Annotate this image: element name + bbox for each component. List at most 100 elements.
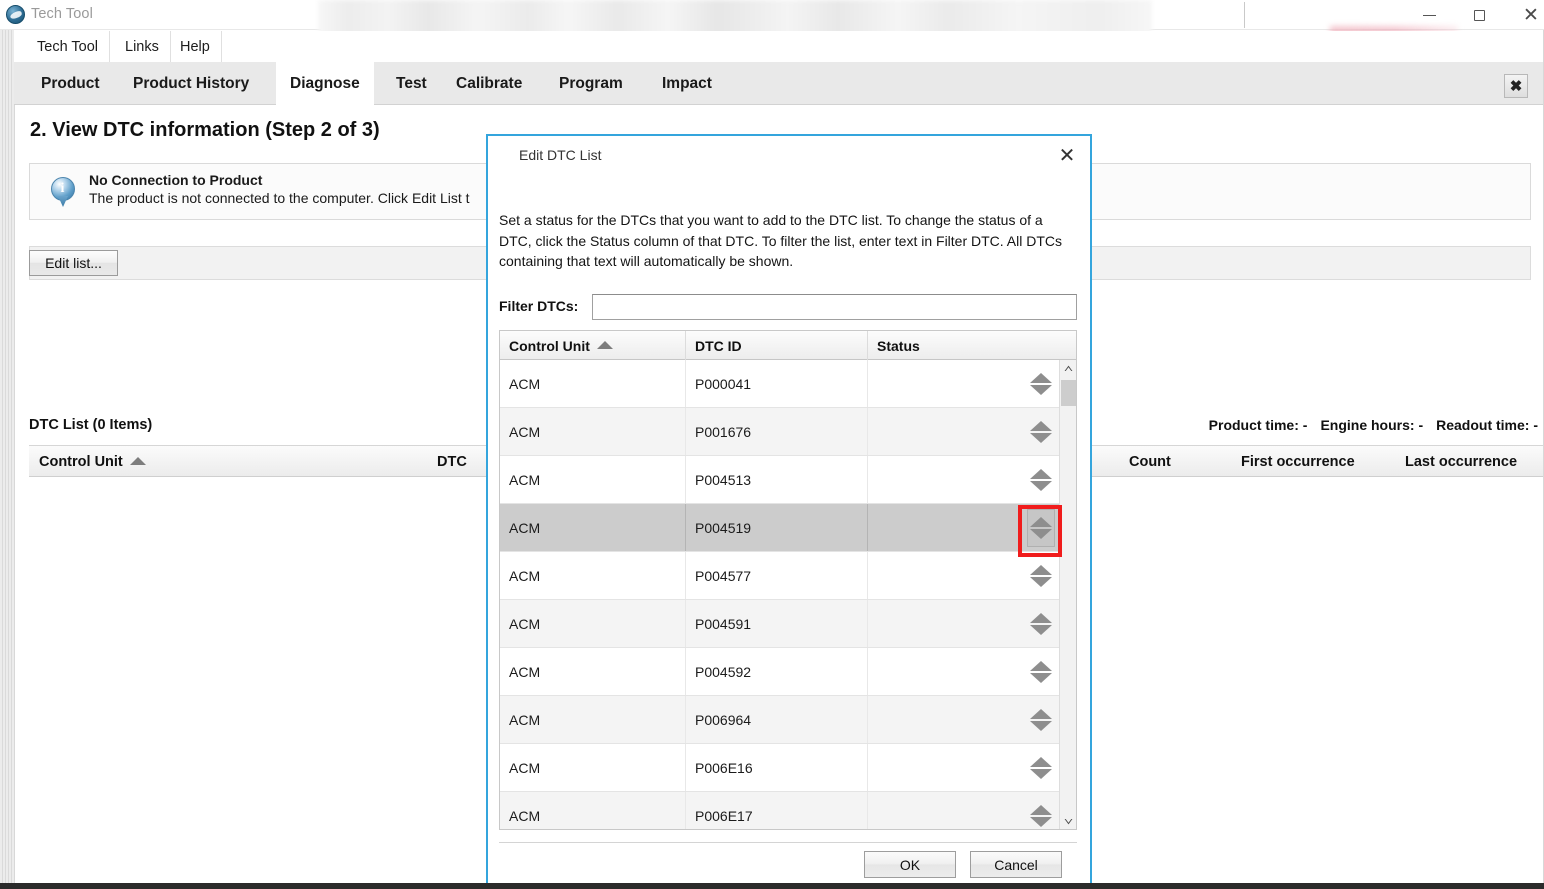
table-row[interactable]: ACM P004592 xyxy=(500,648,1061,696)
menu-item-links[interactable]: Links xyxy=(114,31,171,62)
spinner-down-arrow-icon[interactable] xyxy=(1030,577,1052,587)
spinner-down-arrow-icon[interactable] xyxy=(1030,721,1052,731)
spinner-up-arrow-icon[interactable] xyxy=(1030,661,1052,671)
info-body: The product is not connected to the comp… xyxy=(89,190,470,206)
spinner-down-arrow-icon[interactable] xyxy=(1030,673,1052,683)
spinner-up-arrow-icon[interactable] xyxy=(1030,373,1052,383)
dialog-column-header-control-unit[interactable]: Control Unit xyxy=(500,331,686,360)
close-icon[interactable]: ✕ xyxy=(1508,0,1544,30)
tab-test[interactable]: Test xyxy=(382,62,441,105)
column-header-last-occurrence[interactable]: Last occurrence xyxy=(1405,446,1517,478)
cell-dtc-id: P006964 xyxy=(686,696,868,743)
status-spinner[interactable] xyxy=(1027,557,1055,595)
cell-control-unit: ACM xyxy=(500,552,686,599)
spinner-down-arrow-icon[interactable] xyxy=(1030,481,1052,491)
status-spinner[interactable] xyxy=(1027,413,1055,451)
status-spinner[interactable] xyxy=(1027,461,1055,499)
edit-list-button[interactable]: Edit list... xyxy=(29,250,118,276)
table-row[interactable]: ACM P004513 xyxy=(500,456,1061,504)
column-header-count[interactable]: Count xyxy=(1129,446,1171,478)
tab-product[interactable]: Product xyxy=(27,62,114,105)
dialog-instructions: Set a status for the DTCs that you want … xyxy=(499,212,1063,269)
status-spinner[interactable] xyxy=(1027,797,1055,829)
window-bottom-strip xyxy=(0,883,1544,889)
table-row[interactable]: ACM P006E16 xyxy=(500,744,1061,792)
dtc-list-label: DTC List (0 Items) xyxy=(29,417,153,433)
status-spinner[interactable] xyxy=(1027,701,1055,739)
menu-item-tech-tool[interactable]: Tech Tool xyxy=(26,31,110,62)
column-header-first-occurrence[interactable]: First occurrence xyxy=(1241,446,1355,478)
cell-control-unit: ACM xyxy=(500,504,686,551)
dtc-selection-grid-header: Control Unit DTC ID Status xyxy=(500,331,1076,360)
spinner-down-arrow-icon[interactable] xyxy=(1030,433,1052,443)
scrollbar-up-chevron-icon[interactable] xyxy=(1060,360,1076,377)
dialog-close-icon[interactable]: ✕ xyxy=(1054,143,1080,167)
cell-control-unit: ACM xyxy=(500,648,686,695)
column-label: Control Unit xyxy=(509,337,590,354)
status-spinner[interactable] xyxy=(1027,605,1055,643)
table-row[interactable]: ACM P004519 xyxy=(500,504,1061,552)
window-title: Tech Tool xyxy=(31,6,93,22)
tab-product-history[interactable]: Product History xyxy=(119,62,263,105)
status-spinner[interactable] xyxy=(1027,365,1055,403)
table-row[interactable]: ACM P001676 xyxy=(500,408,1061,456)
status-spinner[interactable] xyxy=(1027,653,1055,691)
scrollbar-thumb[interactable] xyxy=(1061,380,1076,406)
cell-control-unit: ACM xyxy=(500,360,686,407)
table-row[interactable]: ACM P006964 xyxy=(500,696,1061,744)
cancel-button[interactable]: Cancel xyxy=(970,851,1062,878)
status-readout-time: Readout time: - xyxy=(1436,417,1538,433)
spinner-up-arrow-icon[interactable] xyxy=(1030,565,1052,575)
ok-button[interactable]: OK xyxy=(864,851,956,878)
dialog-titlebar: Edit DTC List ✕ xyxy=(488,136,1090,174)
spinner-up-arrow-icon[interactable] xyxy=(1030,517,1052,527)
table-row[interactable]: ACM P004577 xyxy=(500,552,1061,600)
dialog-column-header-status[interactable]: Status xyxy=(868,331,1076,360)
spinner-down-arrow-icon[interactable] xyxy=(1030,529,1052,539)
cell-control-unit: ACM xyxy=(500,696,686,743)
spinner-down-arrow-icon[interactable] xyxy=(1030,625,1052,635)
spinner-down-arrow-icon[interactable] xyxy=(1030,817,1052,827)
dialog-footer-divider xyxy=(499,842,1077,843)
tab-program[interactable]: Program xyxy=(545,62,637,105)
column-header-control-unit[interactable]: Control Unit xyxy=(39,446,146,478)
tab-impact[interactable]: Impact xyxy=(648,62,726,105)
menu-item-help[interactable]: Help xyxy=(169,31,222,62)
table-row[interactable]: ACM P000041 xyxy=(500,360,1061,408)
spinner-up-arrow-icon[interactable] xyxy=(1030,709,1052,719)
table-row[interactable]: ACM P006E17 xyxy=(500,792,1061,829)
spinner-down-arrow-icon[interactable] xyxy=(1030,769,1052,779)
spinner-up-arrow-icon[interactable] xyxy=(1030,613,1052,623)
application-window: Tech Tool ✕ Tech Tool Links Help Product… xyxy=(0,0,1544,889)
filter-dtcs-input[interactable] xyxy=(592,294,1077,320)
status-product-time: Product time: - xyxy=(1208,417,1308,433)
spinner-down-arrow-icon[interactable] xyxy=(1030,385,1052,395)
tab-calibrate[interactable]: Calibrate xyxy=(442,62,536,105)
cell-dtc-id: P004513 xyxy=(686,456,868,503)
cell-dtc-id: P004591 xyxy=(686,600,868,647)
info-close-button[interactable]: ✖ xyxy=(1504,74,1528,98)
spinner-up-arrow-icon[interactable] xyxy=(1030,469,1052,479)
cell-dtc-id: P006E16 xyxy=(686,744,868,791)
filter-label: Filter DTCs: xyxy=(499,298,579,314)
spinner-up-arrow-icon[interactable] xyxy=(1030,805,1052,815)
status-spinner[interactable] xyxy=(1027,749,1055,787)
status-spinner[interactable] xyxy=(1027,509,1055,547)
spinner-up-arrow-icon[interactable] xyxy=(1030,757,1052,767)
ribbon-tab-bar: Product Product History Diagnose Test Ca… xyxy=(14,62,1544,105)
page-title: 2. View DTC information (Step 2 of 3) xyxy=(30,119,380,141)
status-times: Product time: - Engine hours: - Readout … xyxy=(1209,417,1538,433)
cell-control-unit: ACM xyxy=(500,600,686,647)
scrollbar-down-chevron-icon[interactable] xyxy=(1060,813,1076,829)
table-row[interactable]: ACM P004591 xyxy=(500,600,1061,648)
maximize-icon[interactable] xyxy=(1456,0,1502,30)
cell-dtc-id: P000041 xyxy=(686,360,868,407)
tab-diagnose[interactable]: Diagnose xyxy=(276,62,374,105)
column-header-dtc[interactable]: DTC xyxy=(437,446,467,478)
minimize-icon[interactable] xyxy=(1406,0,1452,30)
cell-control-unit: ACM xyxy=(500,456,686,503)
dialog-column-header-dtc-id[interactable]: DTC ID xyxy=(686,331,868,360)
dtc-grid-scrollbar[interactable] xyxy=(1059,360,1076,829)
spinner-up-arrow-icon[interactable] xyxy=(1030,421,1052,431)
dtc-selection-grid-body: ACM P000041 ACM P001676 ACM P004513 ACM P004519… xyxy=(500,360,1061,829)
